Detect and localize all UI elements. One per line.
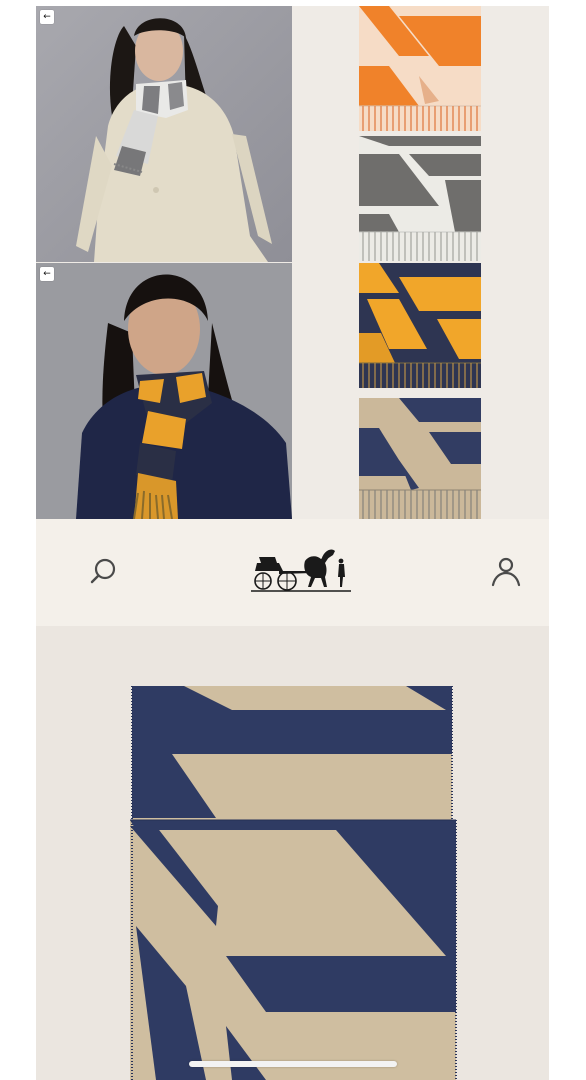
swatch-orange-cream[interactable] — [359, 6, 481, 131]
model-photo-grey-scarf[interactable]: ← — [36, 6, 292, 262]
colorway-swatches — [293, 6, 549, 519]
swatch-grey-white[interactable] — [359, 136, 481, 261]
search-icon[interactable] — [84, 551, 124, 591]
top-navigation-bar — [36, 519, 549, 626]
product-gallery: ← ← — [36, 6, 549, 519]
page-margin-right — [549, 0, 586, 1080]
app-content: ← ← — [36, 0, 549, 1080]
user-icon[interactable] — [486, 551, 526, 591]
swatch-navy-beige[interactable] — [359, 398, 481, 523]
hermes-carriage-logo[interactable] — [249, 537, 353, 599]
swatch-navy-yellow[interactable] — [359, 263, 481, 388]
model-photo-navy-orange-scarf[interactable]: ← — [36, 263, 292, 519]
back-arrow-icon[interactable]: ← — [40, 10, 54, 24]
product-image-navy-beige-scarf[interactable] — [36, 626, 549, 1080]
home-indicator[interactable] — [189, 1061, 397, 1067]
page-margin-left — [0, 0, 36, 1080]
back-arrow-icon[interactable]: ← — [40, 267, 54, 281]
